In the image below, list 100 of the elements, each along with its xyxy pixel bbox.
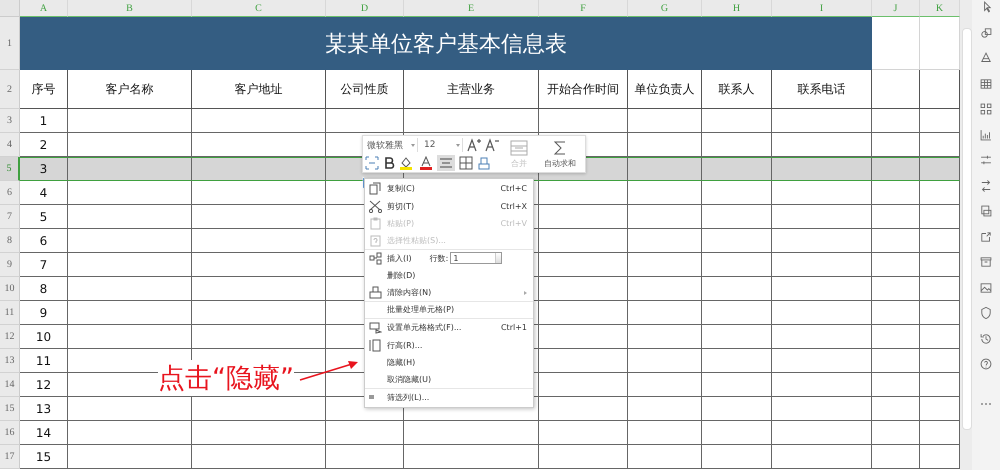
row-header[interactable]: 6 xyxy=(0,181,20,205)
table-cell: 13 xyxy=(20,397,68,421)
column-header[interactable]: K xyxy=(920,0,960,17)
menu-item[interactable]: 设置单元格格式(F)... Ctrl+1 xyxy=(365,319,533,337)
table-cell: 15 xyxy=(20,445,68,469)
empty-cell xyxy=(872,181,920,205)
insert-icon xyxy=(369,252,382,265)
row-header[interactable]: 3 xyxy=(0,109,20,133)
empty-cell xyxy=(872,229,920,253)
row-header[interactable]: 14 xyxy=(0,373,20,397)
menu-item[interactable]: 剪切(T) Ctrl+X xyxy=(365,197,533,215)
table-cell: 14 xyxy=(20,421,68,445)
align-center-icon[interactable] xyxy=(437,155,455,171)
more-icon[interactable] xyxy=(979,400,993,406)
row-count-field[interactable]: 1 xyxy=(450,252,502,264)
column-header[interactable]: I xyxy=(772,0,872,17)
row-header[interactable]: 1 xyxy=(0,17,20,70)
menu-item[interactable]: 取消隐藏(U) xyxy=(365,371,533,389)
help-icon[interactable] xyxy=(979,357,993,371)
table-cell: 6 xyxy=(20,229,68,253)
header-cell: 主营业务 xyxy=(404,70,539,109)
column-header[interactable]: E xyxy=(404,0,539,17)
history-icon[interactable] xyxy=(979,332,993,346)
row-header[interactable]: 13 xyxy=(0,349,20,373)
column-header[interactable]: B xyxy=(68,0,192,17)
table-cell: 12 xyxy=(20,373,68,397)
row-header[interactable]: 17 xyxy=(0,445,20,469)
format-cells-icon xyxy=(369,321,382,334)
shrink-font-icon[interactable] xyxy=(485,138,499,152)
header-cell: 客户名称 xyxy=(68,70,192,109)
scrollbar-thumb[interactable] xyxy=(962,28,972,430)
image-icon[interactable] xyxy=(979,280,993,294)
menu-item[interactable]: 筛选列(L)... xyxy=(365,388,533,406)
header-cell: 单位负责人 xyxy=(628,70,702,109)
row-header[interactable]: 7 xyxy=(0,205,20,229)
menu-item[interactable]: 插入(I) 行数: 1 xyxy=(365,250,533,267)
row-header[interactable]: 8 xyxy=(0,229,20,253)
row-header[interactable]: 15 xyxy=(0,397,20,421)
empty-cell xyxy=(702,421,772,445)
chart-icon[interactable] xyxy=(979,128,993,142)
row-header[interactable]: 4 xyxy=(0,133,20,157)
column-header[interactable]: A xyxy=(20,0,68,17)
merge-icon xyxy=(510,140,528,156)
menu-item[interactable]: 批量处理单元格(P) xyxy=(365,302,533,320)
empty-cell xyxy=(872,301,920,325)
font-size-dropdown[interactable]: 12 xyxy=(422,138,463,152)
empty-cell xyxy=(872,373,920,397)
row-header[interactable]: 9 xyxy=(0,253,20,277)
row-header[interactable]: 11 xyxy=(0,301,20,325)
bold-icon[interactable] xyxy=(383,156,395,170)
clipboard-icon xyxy=(369,216,382,230)
column-header[interactable]: J xyxy=(872,0,920,17)
table-icon[interactable] xyxy=(979,76,993,90)
table-cell: 9 xyxy=(20,301,68,325)
menu-item[interactable]: 清除内容(N) xyxy=(365,284,533,302)
sliders-icon[interactable] xyxy=(979,153,993,167)
row-header[interactable]: 12 xyxy=(0,325,20,349)
row-header[interactable]: 10 xyxy=(0,277,20,301)
table-cell: 7 xyxy=(20,253,68,277)
annotation-arrow xyxy=(298,359,360,383)
empty-cell xyxy=(872,325,920,349)
menu-item[interactable]: 隐藏(H) xyxy=(365,354,533,372)
empty-cell xyxy=(872,277,920,301)
row-header[interactable]: 2 xyxy=(0,70,20,109)
grid-icon[interactable] xyxy=(979,102,993,116)
autosum-button[interactable]: 自动求和 xyxy=(537,136,583,172)
table-cell: 10 xyxy=(20,325,68,349)
header-cell: 客户地址 xyxy=(192,70,326,109)
row-header[interactable]: 16 xyxy=(0,421,20,445)
borders-icon[interactable] xyxy=(459,156,473,170)
empty-cell xyxy=(872,205,920,229)
shield-icon[interactable] xyxy=(979,306,993,320)
column-header[interactable]: D xyxy=(326,0,404,17)
column-header[interactable]: F xyxy=(539,0,628,17)
shapes-icon[interactable] xyxy=(979,26,993,40)
sum-icon xyxy=(553,140,567,156)
menu-item[interactable]: 复制(C) Ctrl+C xyxy=(365,180,533,198)
share-icon[interactable] xyxy=(979,230,993,244)
column-header[interactable]: C xyxy=(192,0,326,17)
scissors-icon xyxy=(369,200,382,213)
empty-cell xyxy=(702,301,772,325)
empty-cell xyxy=(702,325,772,349)
archive-icon[interactable] xyxy=(979,255,993,269)
menu-item[interactable]: 删除(D) xyxy=(365,266,533,284)
sheet-title: 某某单位客户基本信息表 xyxy=(20,17,872,70)
table-cell: 5 xyxy=(20,205,68,229)
empty-cell xyxy=(702,109,772,133)
table-cell: 8 xyxy=(20,277,68,301)
header-cell: 开始合作时间 xyxy=(539,70,628,109)
transfer-icon[interactable] xyxy=(979,178,993,192)
menu-item[interactable]: 行高(R)... xyxy=(365,336,533,354)
font-dropdown[interactable]: 微软雅黑 xyxy=(365,138,418,152)
grow-font-icon[interactable] xyxy=(467,138,481,152)
fill-color-icon[interactable] xyxy=(399,156,415,170)
row-header[interactable]: 5 xyxy=(0,157,20,181)
column-header[interactable]: G xyxy=(628,0,702,17)
font-color-icon[interactable] xyxy=(419,156,433,170)
column-header[interactable]: H xyxy=(702,0,772,17)
table-cell: 11 xyxy=(20,349,68,373)
empty-cell xyxy=(872,421,920,445)
